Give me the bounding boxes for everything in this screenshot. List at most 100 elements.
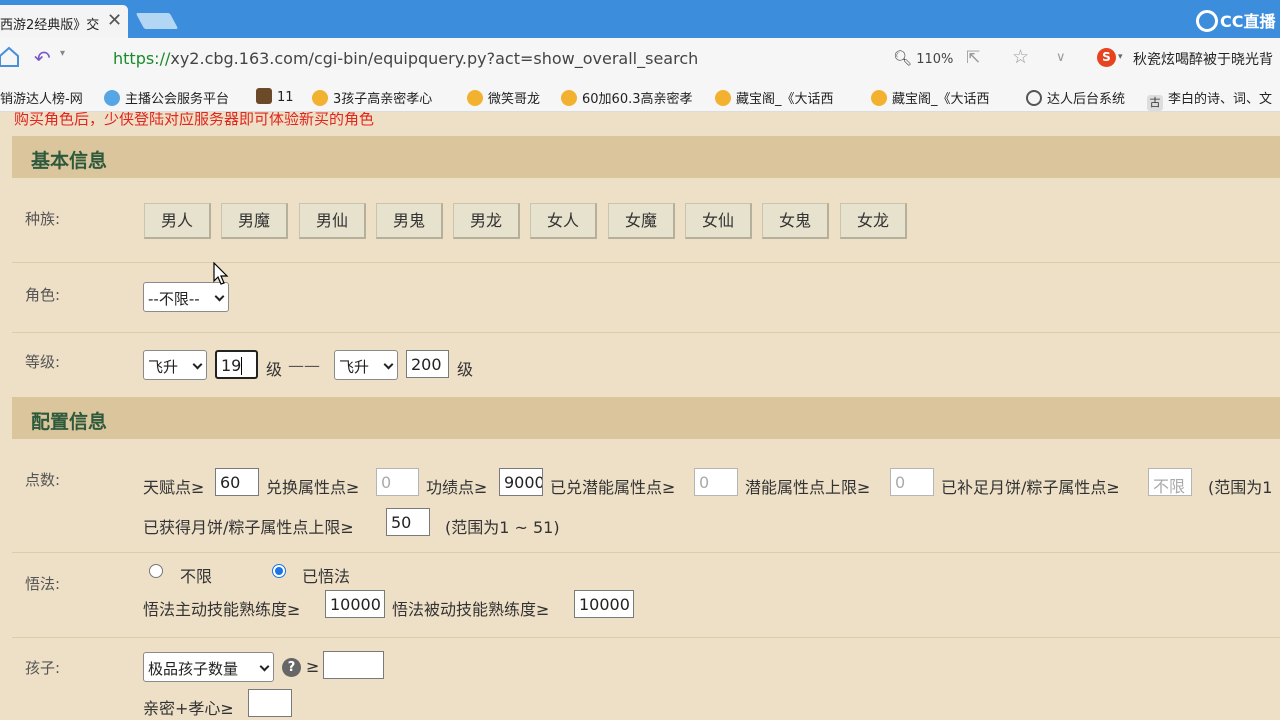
address-bar: ↶ ▾ https://xy2.cbg.163.com/cgi-bin/equi… — [0, 38, 1280, 80]
wufa-radio-done-label: 已悟法 — [302, 567, 351, 586]
wufa-radio-any-label: 不限 — [180, 567, 213, 586]
level-from-select[interactable]: 飞升 — [143, 350, 207, 380]
chevron-down-icon — [192, 359, 203, 370]
level-to-input[interactable]: 200 — [406, 350, 449, 378]
bookmark-item[interactable]: 藏宝阁_《大话西 — [715, 88, 834, 107]
potential-points-input[interactable]: 0 — [694, 468, 738, 496]
wufa-passive-label: 悟法被动技能熟练度≥ — [392, 600, 550, 619]
help-icon[interactable]: ? — [282, 658, 301, 677]
star-icon[interactable]: ☆ — [1012, 46, 1029, 68]
wufa-passive-input[interactable]: 10000 — [574, 590, 634, 618]
undo-icon[interactable]: ↶ — [34, 46, 51, 70]
wufa-radio-done[interactable] — [272, 564, 286, 578]
purchase-notice: 购买角色后，少侠登陆对应服务器即可体验新买的角色 — [14, 112, 375, 128]
race-label: 种族: — [25, 210, 61, 228]
bookmark-label: 销游达人榜-网 — [0, 92, 83, 107]
bookmark-label: 达人后台系统 — [1047, 92, 1126, 107]
race-button-female-dragon[interactable]: 女龙 — [840, 203, 907, 239]
mooncake-cap-input[interactable]: 50 — [386, 508, 430, 536]
search-suggestion[interactable]: 秋瓷炫喝醉被于晓光背 — [1133, 49, 1273, 69]
bookmark-favicon-icon — [715, 90, 731, 106]
cc-logo-icon — [1196, 10, 1218, 32]
bookmark-item[interactable]: 达人后台系统 — [1026, 88, 1125, 107]
globe-icon — [1026, 90, 1042, 106]
child-type-select[interactable]: 极品孩子数量 — [143, 652, 274, 682]
bookmark-label: 3孩子高亲密孝心 — [333, 92, 433, 107]
intimacy-input[interactable] — [248, 689, 292, 717]
bookmark-label: 李白的诗、词、文 — [1168, 92, 1273, 107]
talent-points-input[interactable]: 60 — [215, 468, 259, 496]
merit-points-input[interactable]: 9000 — [499, 468, 543, 496]
level-to-select-value: 飞升 — [339, 358, 370, 376]
bookmark-item[interactable]: 3孩子高亲密孝心 — [312, 88, 432, 107]
level-label: 等级: — [25, 353, 61, 371]
bookmark-item[interactable]: 11 — [256, 88, 294, 105]
search-engine-dropdown-icon[interactable]: ▾ — [1118, 52, 1123, 62]
role-select-value: --不限-- — [148, 290, 200, 308]
zoom-level: 110% — [916, 52, 954, 67]
bookmark-label: 主播公会服务平台 — [125, 92, 230, 107]
bookmark-favicon-icon: 古 — [1147, 95, 1163, 111]
child-type-select-value: 极品孩子数量 — [148, 660, 239, 678]
bookmark-item[interactable]: 古李白的诗、词、文 — [1147, 88, 1272, 111]
intimacy-label: 亲密+孝心≥ — [143, 699, 234, 718]
bookmark-item[interactable]: 主播公会服务平台 — [104, 88, 229, 107]
browser-tab-active[interactable]: 西游2经典版》交 ✕ — [0, 5, 128, 38]
tab-title: 西游2经典版》交 — [0, 18, 100, 33]
search-engine-icon[interactable]: S — [1097, 48, 1116, 67]
race-button-female-demon[interactable]: 女魔 — [608, 203, 675, 239]
url-field[interactable]: https://xy2.cbg.163.com/cgi-bin/equipque… — [113, 49, 698, 68]
child-count-input[interactable] — [323, 651, 384, 679]
bookmark-item[interactable]: 销游达人榜-网 — [0, 88, 83, 107]
divider — [12, 637, 1280, 638]
bookmark-label: 藏宝阁_《大话西 — [892, 92, 990, 107]
bookmark-favicon-icon — [312, 90, 328, 106]
race-button-male-dragon[interactable]: 男龙 — [453, 203, 520, 239]
race-button-male-immortal[interactable]: 男仙 — [299, 203, 366, 239]
tab-close-icon[interactable]: ✕ — [107, 10, 122, 31]
bookmark-label: 藏宝阁_《大话西 — [736, 92, 834, 107]
wufa-label: 悟法: — [25, 575, 61, 593]
bookmark-label: 微笑哥龙 — [488, 92, 541, 107]
talent-points-label: 天赋点≥ — [143, 478, 205, 497]
divider — [12, 552, 1280, 553]
bookmark-favicon-icon — [467, 90, 483, 106]
divider — [12, 332, 1280, 333]
level-unit: 级 — [266, 360, 283, 379]
role-label: 角色: — [25, 286, 61, 304]
home-icon[interactable] — [0, 46, 20, 68]
merit-points-label: 功绩点≥ — [426, 478, 488, 497]
mooncake-points-input[interactable]: 不限 — [1148, 468, 1192, 496]
level-to-select[interactable]: 飞升 — [334, 350, 398, 380]
url-scheme: https:// — [113, 49, 171, 68]
level-from-input[interactable]: 19 — [215, 350, 258, 379]
section-title: 基本信息 — [31, 150, 108, 172]
undo-dropdown-icon[interactable]: ▾ — [60, 48, 65, 59]
race-button-male-human[interactable]: 男人 — [144, 203, 211, 239]
race-button-female-immortal[interactable]: 女仙 — [685, 203, 752, 239]
wufa-active-input[interactable]: 10000 — [325, 590, 385, 618]
potential-cap-input[interactable]: 0 — [890, 468, 934, 496]
bookmark-item[interactable]: 60加60.3高亲密孝 — [561, 88, 693, 107]
exchange-points-input[interactable]: 0 — [376, 468, 419, 496]
race-button-male-demon[interactable]: 男魔 — [221, 203, 288, 239]
chevron-down-icon — [214, 291, 225, 302]
wufa-active-label: 悟法主动技能熟练度≥ — [143, 600, 301, 619]
race-button-female-ghost[interactable]: 女鬼 — [762, 203, 829, 239]
mooncake-cap-range-hint: (范围为1 ~ 51) — [445, 518, 560, 537]
zoom-indicator[interactable]: 🔍︎ 110% — [893, 49, 953, 67]
text-caret — [241, 357, 243, 375]
wufa-radio-any[interactable] — [149, 564, 163, 578]
potential-points-label: 已兑潜能属性点≥ — [550, 478, 676, 497]
race-button-female-human[interactable]: 女人 — [530, 203, 597, 239]
role-select[interactable]: --不限-- — [143, 282, 229, 312]
child-ge-sign: ≥ — [306, 657, 320, 676]
cc-live-logo: CC直播 — [1196, 8, 1276, 32]
bookmark-item[interactable]: 藏宝阁_《大话西 — [871, 88, 990, 107]
bookmark-label: 11 — [277, 90, 294, 105]
race-button-male-ghost[interactable]: 男鬼 — [376, 203, 443, 239]
share-icon[interactable]: ⇱ — [966, 48, 980, 68]
new-tab-button[interactable] — [135, 13, 179, 29]
bookmark-item[interactable]: 微笑哥龙 — [467, 88, 540, 107]
chevron-down-icon[interactable]: ∨ — [1056, 50, 1066, 65]
